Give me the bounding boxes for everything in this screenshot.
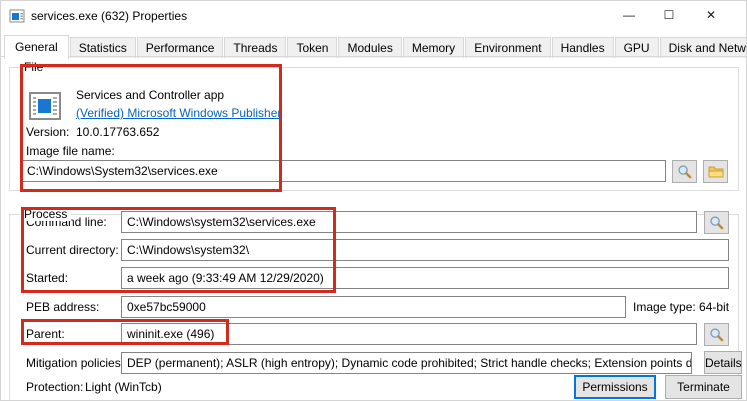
tab-performance[interactable]: Performance <box>137 37 224 58</box>
close-button[interactable]: ✕ <box>691 1 731 30</box>
tab-threads[interactable]: Threads <box>224 37 286 58</box>
tab-environment[interactable]: Environment <box>465 37 550 58</box>
version-value: 10.0.17763.652 <box>76 125 159 139</box>
image-file-name-input[interactable]: C:\Windows\System32\services.exe <box>21 160 666 182</box>
started-label: Started: <box>26 271 68 285</box>
current-directory-input[interactable]: C:\Windows\system32\ <box>121 239 729 261</box>
mitigation-policies-label: Mitigation policies: <box>26 356 124 370</box>
app-window-icon <box>9 8 25 24</box>
parent-input[interactable]: wininit.exe (496) <box>121 323 697 345</box>
started-input[interactable]: a week ago (9:33:49 AM 12/29/2020) <box>121 267 729 289</box>
version-label: Version: <box>26 125 69 139</box>
inspect-parent-button[interactable] <box>704 323 729 346</box>
search-icon <box>709 215 724 230</box>
tab-token[interactable]: Token <box>287 37 337 58</box>
window-title: services.exe (632) Properties <box>31 9 187 23</box>
protection-value: Light (WinTcb) <box>85 380 162 394</box>
file-group-legend: File <box>20 60 47 74</box>
properties-dialog: services.exe (632) Properties — ☐ ✕ Gene… <box>0 0 747 401</box>
search-icon <box>709 327 724 342</box>
title-bar: services.exe (632) Properties — ☐ ✕ <box>1 1 746 31</box>
tab-handles[interactable]: Handles <box>552 37 614 58</box>
current-directory-label: Current directory: <box>26 243 119 257</box>
tab-general[interactable]: General <box>4 35 69 59</box>
details-button[interactable]: Details <box>704 351 742 374</box>
protection-label: Protection: <box>26 380 83 394</box>
command-line-input[interactable]: C:\Windows\system32\services.exe <box>121 211 697 233</box>
open-folder-button[interactable] <box>703 160 728 183</box>
image-type-label: Image type: 64-bit <box>633 300 729 314</box>
mitigation-policies-input[interactable]: DEP (permanent); ASLR (high entropy); Dy… <box>121 352 692 374</box>
search-icon <box>677 164 692 179</box>
folder-icon <box>708 165 724 179</box>
peb-address-label: PEB address: <box>26 300 99 314</box>
tab-memory[interactable]: Memory <box>403 37 464 58</box>
permissions-button[interactable]: Permissions <box>574 375 656 399</box>
image-file-name-label: Image file name: <box>26 144 115 158</box>
tab-statistics[interactable]: Statistics <box>70 37 136 58</box>
inspect-command-line-button[interactable] <box>704 211 729 234</box>
tab-gpu[interactable]: GPU <box>615 37 659 58</box>
peb-address-input[interactable]: 0xe57bc59000 <box>121 296 626 318</box>
tab-page-border <box>1 56 746 57</box>
terminate-button[interactable]: Terminate <box>665 375 742 399</box>
parent-label: Parent: <box>26 327 65 341</box>
tab-modules[interactable]: Modules <box>338 37 401 58</box>
services-app-icon <box>29 90 61 122</box>
inspect-image-file-button[interactable] <box>672 160 697 183</box>
maximize-button[interactable]: ☐ <box>649 1 689 30</box>
tab-bar: GeneralStatisticsPerformanceThreadsToken… <box>4 34 743 56</box>
minimize-button[interactable]: — <box>609 1 649 30</box>
process-group-legend: Process <box>20 207 71 221</box>
app-description: Services and Controller app <box>76 88 224 102</box>
tab-disk-and-network[interactable]: Disk and Network <box>660 37 747 58</box>
publisher-link[interactable]: (Verified) Microsoft Windows Publisher <box>76 106 281 120</box>
